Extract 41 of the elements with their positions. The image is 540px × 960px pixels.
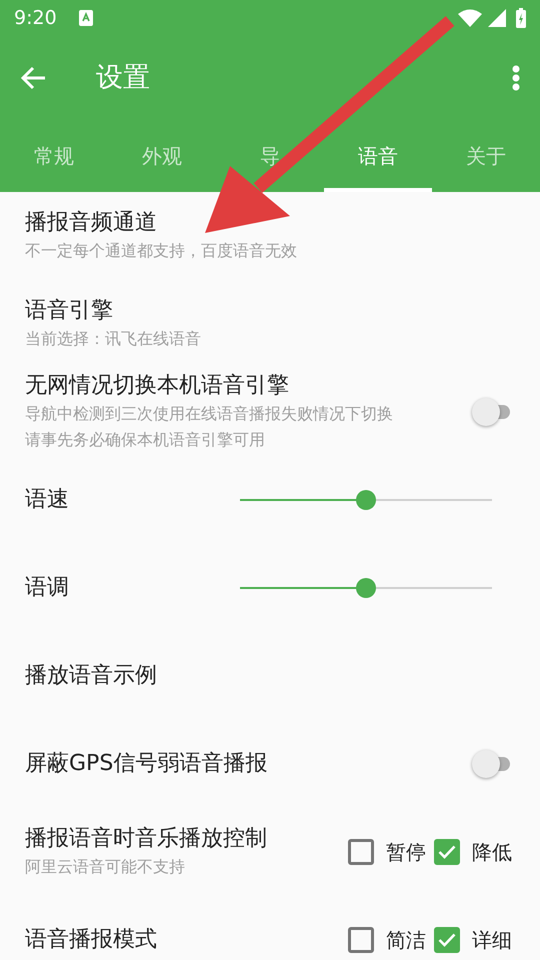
- setting-summary: 不一定每个通道都支持，百度语音无效: [25, 240, 298, 262]
- slider-track[interactable]: [240, 578, 492, 598]
- tab[interactable]: 导: [216, 120, 324, 192]
- checkbox[interactable]: [434, 839, 460, 865]
- setting-title: 播放语音示例: [25, 662, 158, 690]
- setting-title: 播报音频通道: [25, 209, 158, 237]
- setting-title: 语速: [25, 486, 69, 514]
- checkbox-label[interactable]: 详细: [472, 925, 512, 955]
- tab[interactable]: 关于: [432, 120, 540, 192]
- setting-summary: 当前选择：讯飞在线语音: [25, 328, 202, 350]
- status-time: 9:20: [14, 6, 57, 31]
- signal-icon: [488, 9, 506, 27]
- checkbox[interactable]: [434, 927, 460, 953]
- setting-title: 语音引擎: [25, 297, 114, 325]
- setting-summary: 请事先务必确保本机语音引擎可用: [25, 429, 266, 451]
- more-options-icon[interactable]: [512, 65, 520, 91]
- setting-title: 屏蔽GPS信号弱语音播报: [25, 750, 268, 778]
- battery-icon: [516, 8, 526, 28]
- checkbox-label[interactable]: 暂停: [386, 837, 426, 867]
- setting-title: 语音播报模式: [25, 926, 158, 954]
- slider-track[interactable]: [240, 490, 492, 510]
- checkbox-label[interactable]: 简洁: [386, 925, 426, 955]
- checkbox[interactable]: [348, 927, 374, 953]
- checkbox-label[interactable]: 降低: [472, 837, 512, 867]
- tab[interactable]: 语音: [324, 120, 432, 192]
- tab[interactable]: 外观: [108, 120, 216, 192]
- check-icon: [438, 845, 456, 859]
- setting-title: 播报语音时音乐播放控制: [25, 825, 268, 853]
- tab[interactable]: 常规: [0, 120, 108, 192]
- check-icon: [438, 933, 456, 947]
- toolbar-title: 设置: [96, 60, 150, 95]
- back-icon[interactable]: [20, 66, 46, 90]
- wifi-icon: [458, 9, 482, 27]
- slider-thumb[interactable]: [356, 490, 376, 510]
- setting-title: 无网情况切换本机语音引擎: [25, 372, 290, 400]
- checkbox[interactable]: [348, 839, 374, 865]
- setting-title: 语调: [25, 574, 69, 602]
- setting-summary: 导航中检测到三次使用在线语音播报失败情况下切换: [25, 403, 394, 425]
- notification-icon: [78, 10, 93, 26]
- slider-thumb[interactable]: [356, 578, 376, 598]
- setting-summary: 阿里云语音可能不支持: [25, 856, 186, 878]
